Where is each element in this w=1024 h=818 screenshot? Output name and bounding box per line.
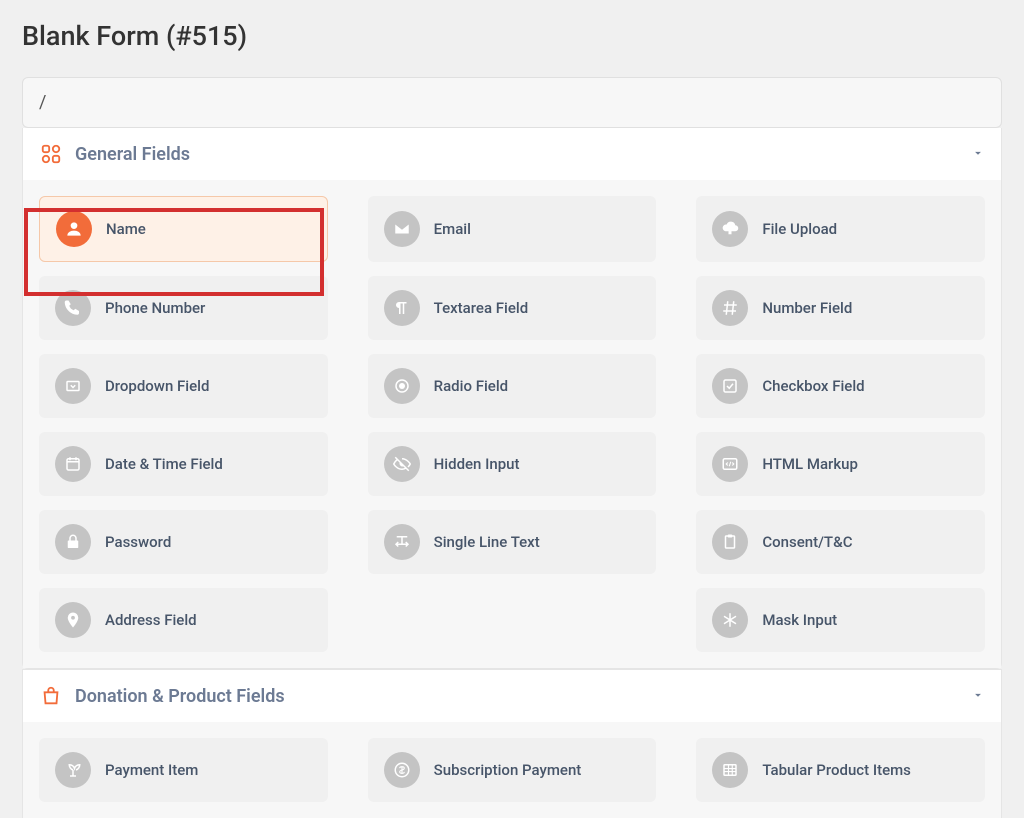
cloud-upload-icon — [712, 211, 748, 247]
field-email[interactable]: Email — [368, 196, 657, 262]
clipboard-icon — [712, 524, 748, 560]
field-label: Hidden Input — [434, 455, 520, 473]
field-label: Phone Number — [105, 299, 205, 317]
field-label: Dropdown Field — [105, 377, 209, 395]
field-label: Payment Item — [105, 761, 198, 779]
field-file-upload[interactable]: File Upload — [696, 196, 985, 262]
donation-fields-grid: Payment Item Subscription Payment Tabula… — [23, 722, 1001, 818]
page-title: Blank Form (#515) — [0, 0, 1024, 67]
donation-fields-title: Donation & Product Fields — [75, 686, 285, 707]
lock-icon — [55, 524, 91, 560]
field-password[interactable]: Password — [39, 510, 328, 574]
checkbox-icon — [712, 368, 748, 404]
asterisk-icon — [712, 602, 748, 638]
plant-icon — [55, 752, 91, 788]
field-name[interactable]: Name — [39, 196, 328, 262]
text-width-icon — [384, 524, 420, 560]
field-label: Name — [106, 220, 146, 238]
general-fields-header[interactable]: General Fields — [23, 128, 1001, 180]
field-number[interactable]: Number Field — [696, 276, 985, 340]
general-fields-grid: Name Email File Upload Phone Number — [23, 180, 1001, 668]
donation-fields-header[interactable]: Donation & Product Fields — [23, 670, 1001, 722]
donation-fields-icon — [39, 684, 63, 708]
field-label: Mask Input — [762, 611, 837, 629]
field-label: Number Field — [762, 299, 852, 317]
field-label: Password — [105, 533, 171, 551]
field-label: Date & Time Field — [105, 455, 223, 473]
donation-fields-section: Donation & Product Fields Payment Item S… — [22, 669, 1002, 818]
field-label: Textarea Field — [434, 299, 529, 317]
field-label: Tabular Product Items — [762, 761, 911, 779]
field-date-time[interactable]: Date & Time Field — [39, 432, 328, 496]
field-payment-item[interactable]: Payment Item — [39, 738, 328, 802]
field-label: Subscription Payment — [434, 761, 582, 779]
field-consent[interactable]: Consent/T&C — [696, 510, 985, 574]
chevron-down-icon — [971, 145, 985, 164]
envelope-icon — [384, 211, 420, 247]
toolbar-text: / — [39, 92, 46, 113]
field-html-markup[interactable]: HTML Markup — [696, 432, 985, 496]
table-icon — [712, 752, 748, 788]
calendar-icon — [55, 446, 91, 482]
hash-icon — [712, 290, 748, 326]
field-label: Consent/T&C — [762, 533, 852, 551]
field-checkbox[interactable]: Checkbox Field — [696, 354, 985, 418]
person-icon — [56, 211, 92, 247]
dollar-icon — [384, 752, 420, 788]
chevron-down-icon — [971, 687, 985, 706]
field-label: Radio Field — [434, 377, 508, 395]
field-phone-number[interactable]: Phone Number — [39, 276, 328, 340]
field-label: Single Line Text — [434, 533, 540, 551]
field-label: Checkbox Field — [762, 377, 864, 395]
field-textarea[interactable]: Textarea Field — [368, 276, 657, 340]
field-subscription-payment[interactable]: Subscription Payment — [368, 738, 657, 802]
general-fields-section: General Fields Name Email — [22, 128, 1002, 669]
field-tabular-product-items[interactable]: Tabular Product Items — [696, 738, 985, 802]
field-label: Address Field — [105, 611, 197, 629]
field-mask-input[interactable]: Mask Input — [696, 588, 985, 652]
general-fields-icon — [39, 142, 63, 166]
general-fields-title: General Fields — [75, 144, 190, 165]
shortcode-toolbar[interactable]: / — [22, 77, 1002, 128]
phone-icon — [55, 290, 91, 326]
field-radio[interactable]: Radio Field — [368, 354, 657, 418]
field-dropdown[interactable]: Dropdown Field — [39, 354, 328, 418]
field-label: Email — [434, 220, 471, 238]
field-hidden-input[interactable]: Hidden Input — [368, 432, 657, 496]
paragraph-icon — [384, 290, 420, 326]
field-address[interactable]: Address Field — [39, 588, 328, 652]
eye-off-icon — [384, 446, 420, 482]
pin-icon — [55, 602, 91, 638]
field-label: File Upload — [762, 220, 837, 238]
field-single-line-text[interactable]: Single Line Text — [368, 510, 657, 574]
radio-icon — [384, 368, 420, 404]
code-icon — [712, 446, 748, 482]
dropdown-icon — [55, 368, 91, 404]
field-label: HTML Markup — [762, 455, 858, 473]
